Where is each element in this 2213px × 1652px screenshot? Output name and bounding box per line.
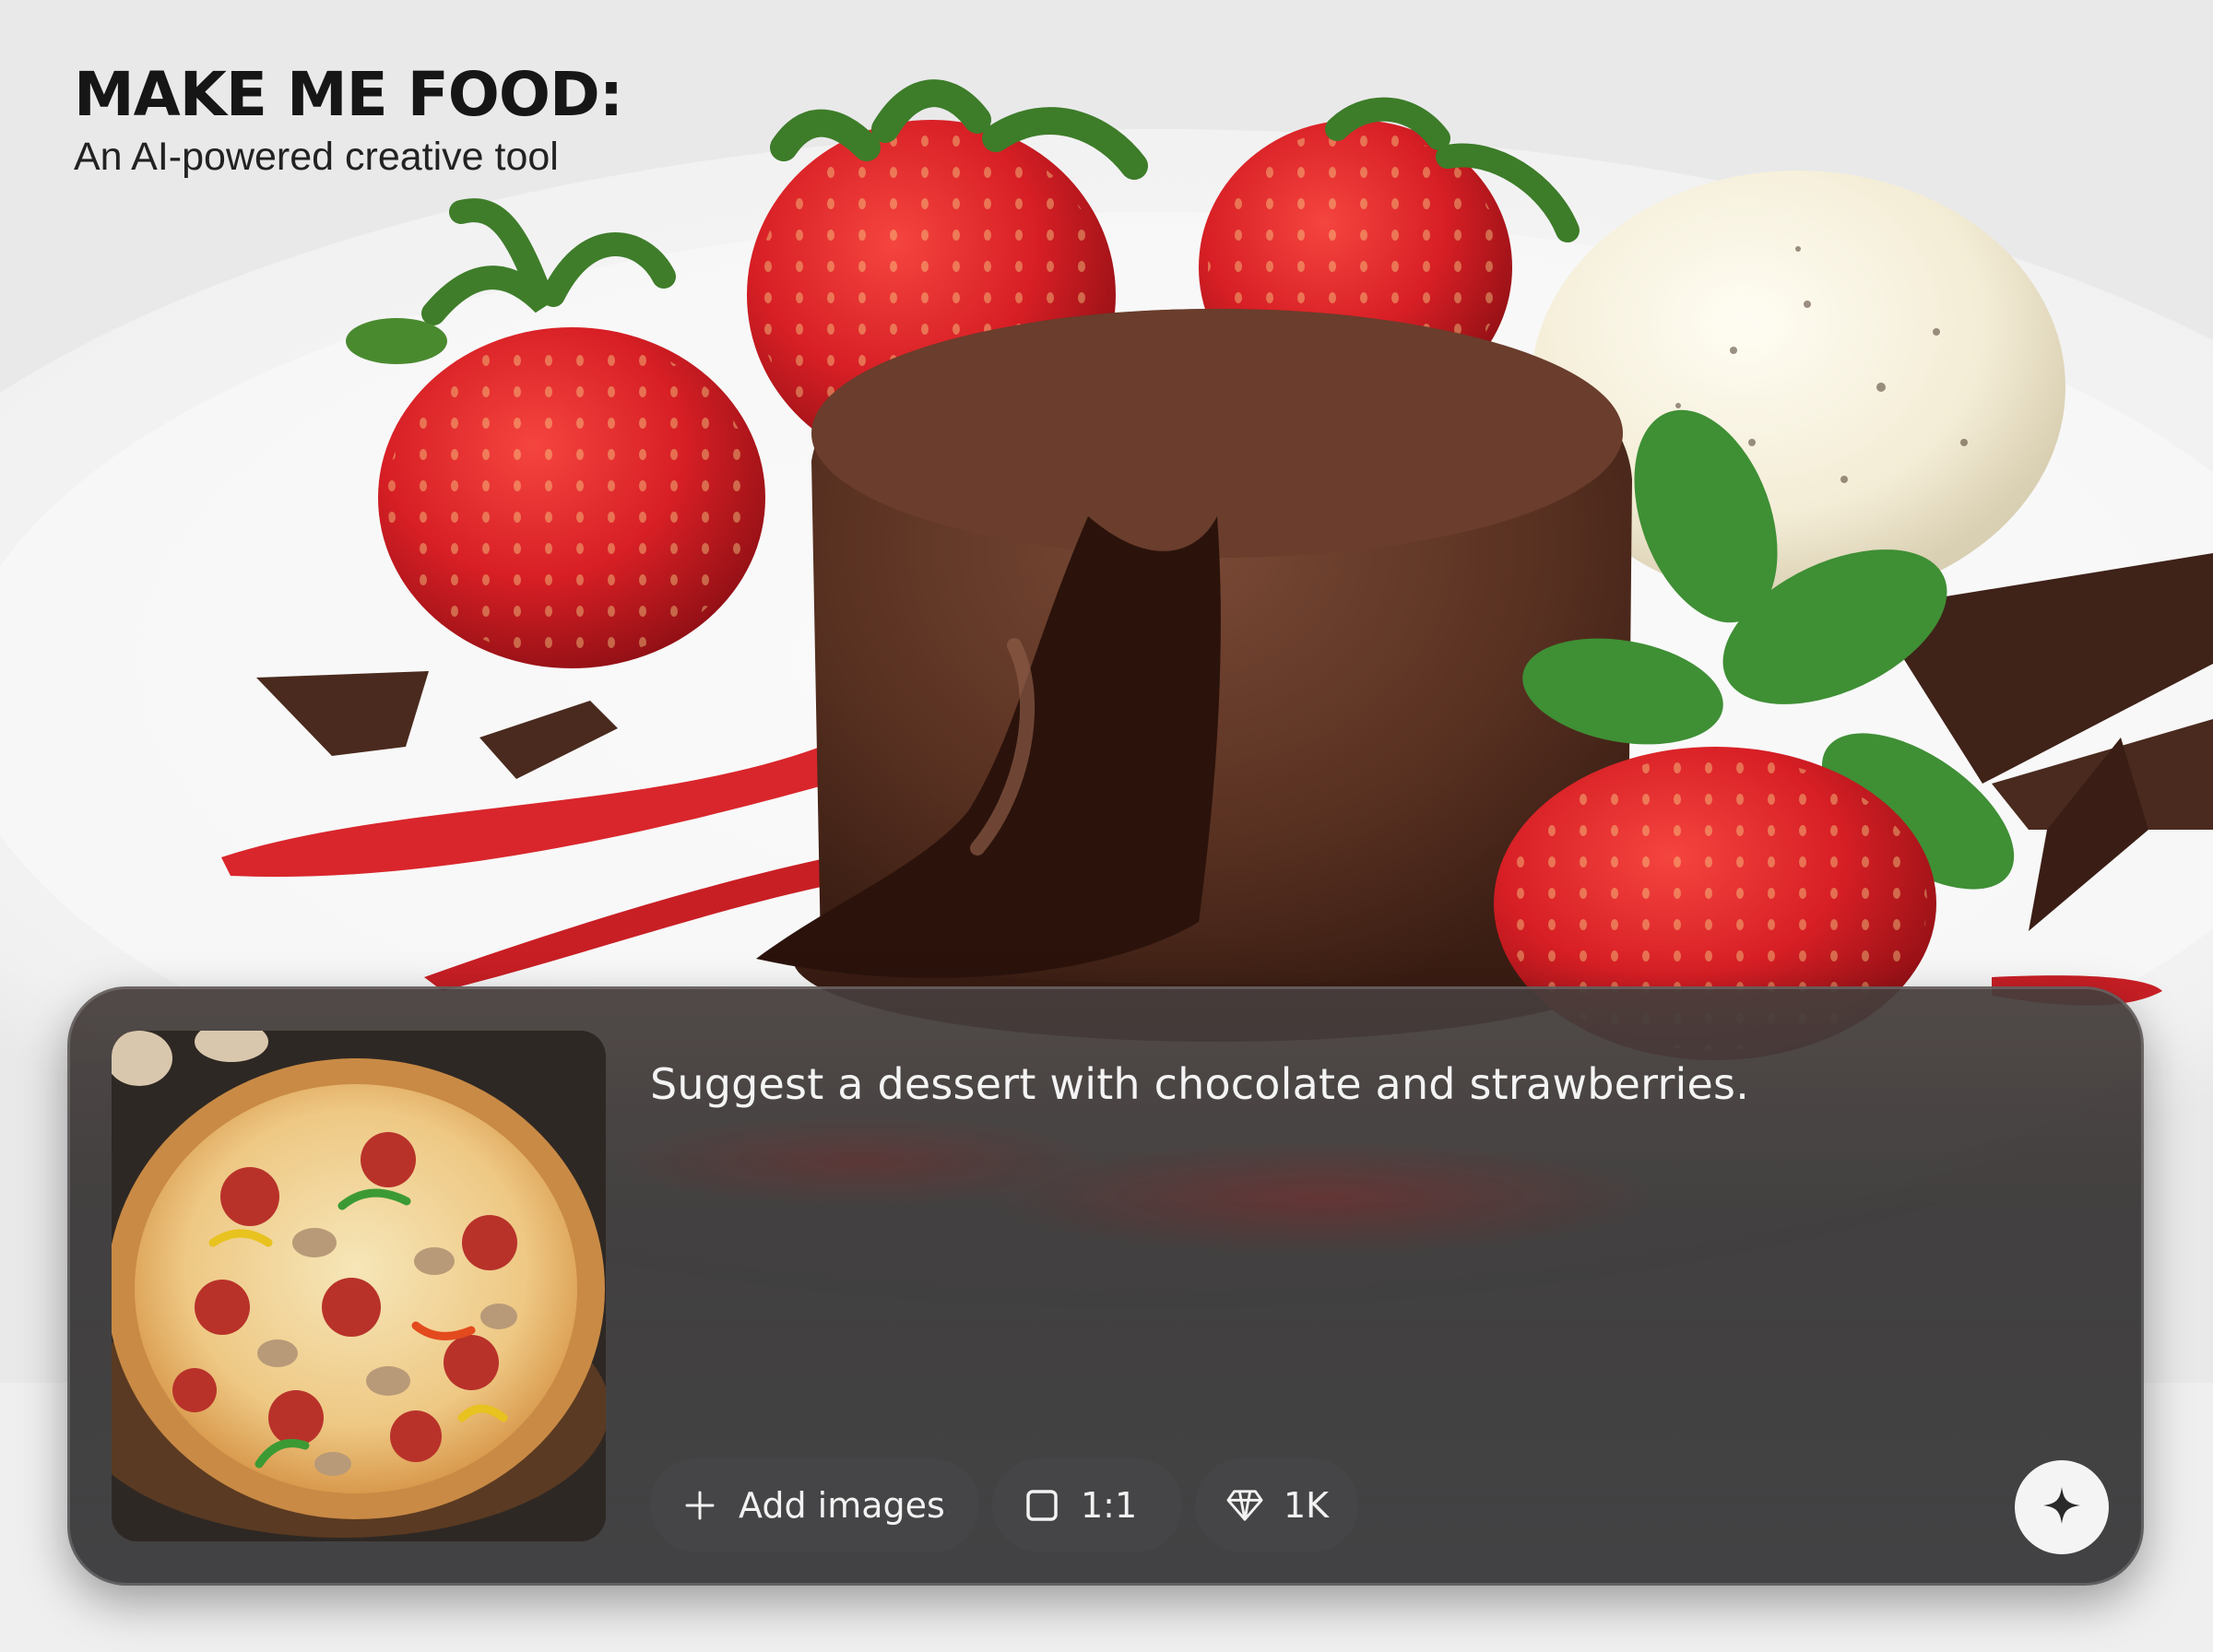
prompt-input[interactable]: Suggest a dessert with chocolate and str…: [650, 1056, 2070, 1112]
reference-image-thumbnail[interactable]: [112, 1031, 606, 1541]
diamond-icon: [1226, 1487, 1263, 1524]
sparkle-icon: [2041, 1485, 2082, 1530]
prompt-controls: Add images 1:1 1K: [650, 1458, 1358, 1552]
aspect-ratio-label: 1:1: [1081, 1485, 1138, 1526]
add-images-label: Add images: [739, 1485, 945, 1526]
prompt-panel: Suggest a dessert with chocolate and str…: [67, 986, 2144, 1586]
quality-label: 1K: [1284, 1485, 1330, 1526]
aspect-ratio-button[interactable]: 1:1: [992, 1458, 1182, 1552]
app-subtitle: An AI-powered creative tool: [74, 135, 559, 179]
quality-button[interactable]: 1K: [1195, 1458, 1358, 1552]
plus-icon: [681, 1487, 718, 1524]
square-icon: [1024, 1487, 1060, 1524]
pizza-image: [112, 1031, 606, 1541]
add-images-button[interactable]: Add images: [650, 1458, 979, 1552]
generate-button[interactable]: [2015, 1460, 2109, 1554]
app-title: MAKE ME FOOD:: [74, 59, 623, 130]
title-block: MAKE ME FOOD: An AI-powered creative too…: [74, 57, 623, 181]
